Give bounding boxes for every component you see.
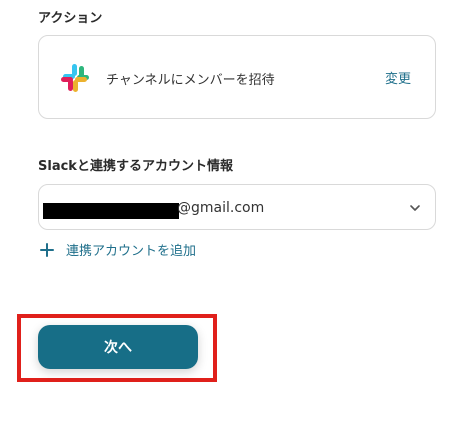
chevron-down-icon (410, 205, 420, 211)
action-name: チャンネルにメンバーを招待 (106, 73, 275, 88)
account-select[interactable]: @gmail.com (38, 184, 436, 230)
account-section-label: Slackと連携するアカウント情報 (38, 159, 233, 174)
next-button[interactable]: 次へ (38, 325, 198, 369)
action-section-label: アクション (38, 11, 103, 26)
account-selected-value: @gmail.com (177, 200, 265, 216)
plus-icon (40, 242, 54, 257)
add-account-link[interactable]: 連携アカウントを追加 (40, 240, 196, 259)
action-card: チャンネルにメンバーを招待 変更 (38, 35, 436, 119)
change-action-link[interactable]: 変更 (385, 68, 411, 87)
add-account-label: 連携アカウントを追加 (66, 244, 197, 259)
slack-icon (61, 64, 89, 92)
redaction-bar (43, 203, 179, 219)
